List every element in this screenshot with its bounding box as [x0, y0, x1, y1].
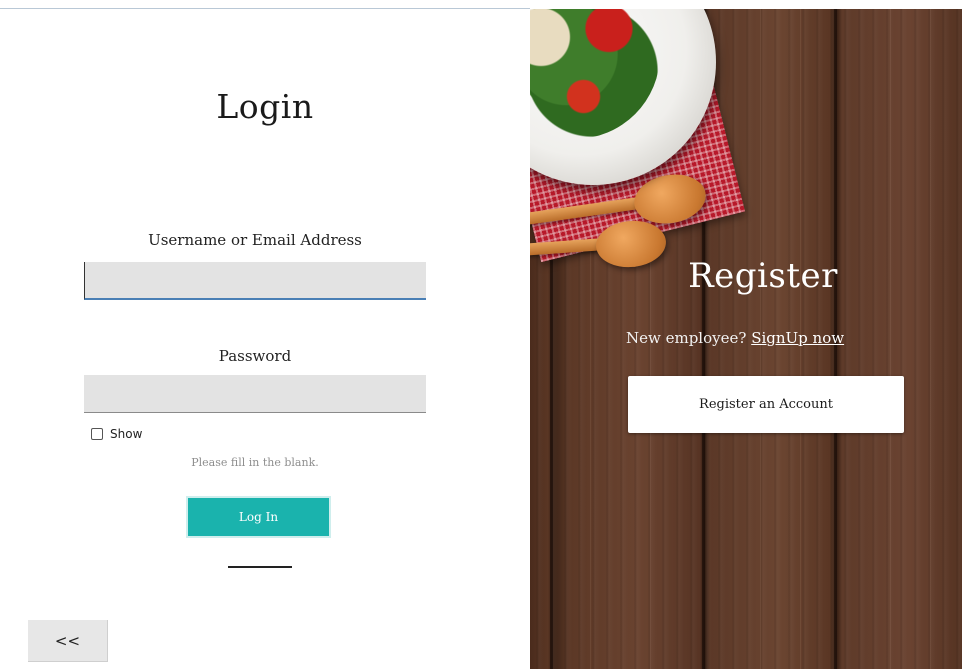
show-password-label: Show	[110, 427, 143, 441]
login-title: Login	[216, 87, 314, 126]
register-panel: Register New employee? SignUp now Regist…	[530, 9, 962, 669]
back-button[interactable]: <<	[28, 620, 108, 662]
wood-grain	[930, 9, 931, 669]
validation-hint: Please fill in the blank.	[191, 456, 319, 469]
show-password-row[interactable]: Show	[91, 427, 142, 441]
password-label: Password	[218, 347, 292, 365]
login-window: Login Username or Email Address Password…	[0, 0, 962, 669]
password-input[interactable]	[84, 375, 426, 413]
login-panel: Login Username or Email Address Password…	[0, 9, 530, 669]
new-employee-text: New employee?	[626, 329, 747, 347]
register-account-button[interactable]: Register an Account	[628, 376, 904, 433]
username-label: Username or Email Address	[148, 231, 362, 249]
divider	[228, 566, 292, 568]
show-password-checkbox[interactable]	[91, 428, 103, 440]
signup-link[interactable]: SignUp now	[751, 329, 844, 347]
login-button[interactable]: Log In	[186, 496, 331, 538]
username-input[interactable]	[84, 262, 426, 300]
register-title: Register	[688, 256, 838, 296]
register-prompt: New employee? SignUp now	[626, 329, 844, 347]
wood-grain	[890, 9, 891, 669]
